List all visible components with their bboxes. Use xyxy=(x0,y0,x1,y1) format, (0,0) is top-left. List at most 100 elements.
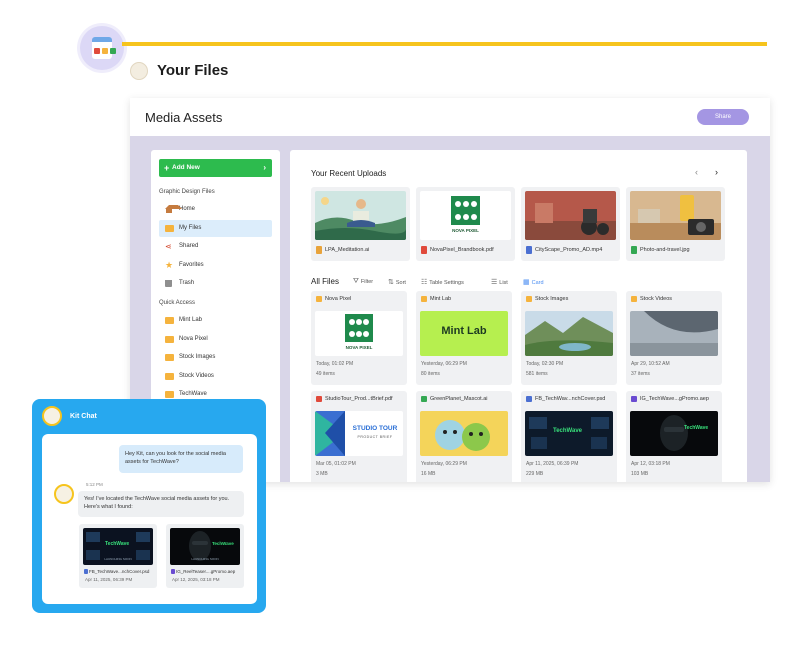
file-size: 103 MB xyxy=(631,471,649,477)
folder-card[interactable]: Stock Images Today, 02:30 PM 581 items xyxy=(521,291,617,385)
add-new-label: Add New xyxy=(172,164,200,171)
ai-file-icon xyxy=(316,246,322,254)
chevron-right-icon: › xyxy=(263,163,266,172)
app-badge-icon xyxy=(80,26,124,70)
recent-file-name: CityScape_Promo_AD.mp4 xyxy=(535,247,603,253)
file-card[interactable]: IG_TechWave...gPromo.aep TechWave Apr 12… xyxy=(626,391,722,482)
quick-item-label: TechWave xyxy=(179,391,207,397)
nova-pixel-logo-text: NOVA PIXEL xyxy=(345,345,373,350)
file-size: 3 MB xyxy=(316,471,328,477)
table-settings-button[interactable]: ☷ Table Settings xyxy=(421,278,464,286)
chat-attachment-card[interactable]: TechWave LAUNCHING SOON FB_TechWave...nc… xyxy=(79,524,157,588)
ai-file-icon xyxy=(421,396,427,402)
techwave-promo-thumbnail: TechWave xyxy=(630,411,718,456)
stock-videos-thumbnail xyxy=(630,311,718,356)
share-icon: ⋖ xyxy=(165,242,172,251)
file-count: 49 items xyxy=(316,371,335,377)
header-accent-bar xyxy=(122,42,767,46)
file-card[interactable]: FB_TechWav...nchCover.psd TechWave Apr 1… xyxy=(521,391,617,482)
filter-button[interactable]: ⛛ Filter xyxy=(353,278,373,286)
card-icon: ▦ xyxy=(523,279,530,286)
file-name: Mint Lab xyxy=(430,296,452,302)
sidebar-item-shared[interactable]: ⋖ Shared xyxy=(159,238,272,255)
folder-icon xyxy=(165,225,174,232)
card-label: Card xyxy=(531,280,544,286)
techwave-logo-text: TechWave xyxy=(553,428,583,434)
recent-upload-card[interactable]: Photo-and-travel.jpg xyxy=(626,187,725,261)
chevron-right-icon[interactable]: › xyxy=(715,167,718,177)
file-name: IG_TechWave...gPromo.aep xyxy=(640,396,709,402)
chat-body: Hey Kit, can you look for the social med… xyxy=(42,434,257,604)
folder-card[interactable]: Stock Videos Apr 29, 10:52 AM 37 items xyxy=(626,291,722,385)
sidebar-item-label: Shared xyxy=(179,243,199,249)
filter-icon: ⛛ xyxy=(353,278,359,285)
sidebar-item-trash[interactable]: Trash xyxy=(159,275,272,292)
message-time: 5:12 PM xyxy=(86,482,103,487)
file-date: Yesterday, 06:29 PM xyxy=(421,361,467,367)
file-date: Today, 02:30 PM xyxy=(526,361,564,367)
quick-item-stock-images[interactable]: Stock Images xyxy=(159,349,272,366)
sidebar-item-label: My Files xyxy=(179,225,202,231)
folder-card[interactable]: Mint Lab Mint Lab Yesterday, 06:29 PM 80… xyxy=(416,291,512,385)
file-content: Your Recent Uploads ‹ › LPA_Meditation.a… xyxy=(290,150,747,482)
file-card[interactable]: GreenPlanet_Mascot.ai Yesterday, 06:29 P… xyxy=(416,391,512,482)
techwave-logo-text: TechWave xyxy=(212,541,234,546)
sidebar-item-label: Favorites xyxy=(179,262,204,268)
chevron-left-icon[interactable]: ‹ xyxy=(695,167,698,177)
folder-icon xyxy=(165,391,174,398)
quick-item-nova-pixel[interactable]: Nova Pixel xyxy=(159,331,272,348)
psd-file-icon xyxy=(526,396,532,402)
file-size: 229 MB xyxy=(526,471,544,477)
home-icon xyxy=(165,205,182,213)
chat-attachment-card[interactable]: TechWave LAUNCHING SOON IG_ReelTeaser...… xyxy=(166,524,244,588)
share-button[interactable]: Share xyxy=(697,109,749,125)
list-view-button[interactable]: ☰ List xyxy=(491,278,508,286)
file-date: Today, 01:02 PM xyxy=(316,361,354,367)
page-title: Your Files xyxy=(157,62,229,79)
recent-upload-card[interactable]: NOVA PIXEL NovaPixel_Brandbook.pdf xyxy=(416,187,515,261)
plus-icon: + xyxy=(164,163,170,173)
quick-item-mint-lab[interactable]: Mint Lab xyxy=(159,312,272,329)
launching-soon-text: LAUNCHING SOON xyxy=(191,557,219,561)
studio-tour-thumbnail: STUDIO TOUR PRODUCT BRIEF xyxy=(315,411,403,456)
card-view-button[interactable]: ▦ Card xyxy=(523,278,544,286)
stock-images-thumbnail xyxy=(525,311,613,356)
file-date: Apr 29, 10:52 AM xyxy=(631,361,670,367)
file-date: Apr 12, 03:18 PM xyxy=(631,461,670,467)
recent-upload-card[interactable]: LPA_Meditation.ai xyxy=(311,187,410,261)
attachment-name: IG_ReelTeaser....gPromo.aep xyxy=(176,569,236,574)
section-quick-access: Quick Access xyxy=(159,300,196,306)
techwave-promo-thumbnail: TechWave LAUNCHING SOON xyxy=(170,528,240,565)
nova-pixel-logo-text: NOVA PIXEL xyxy=(452,228,479,233)
table-settings-label: Table Settings xyxy=(429,280,464,286)
file-count: 581 items xyxy=(526,371,548,377)
section-graphic-design: Graphic Design Files xyxy=(159,189,215,195)
studio-tour-text: STUDIO TOUR xyxy=(352,425,398,432)
file-card[interactable]: StudioTour_Prod...tBrief.pdf STUDIO TOUR… xyxy=(311,391,407,482)
travel-photo-thumbnail xyxy=(630,191,721,240)
sidebar-item-favorites[interactable]: ★ Favorites xyxy=(159,257,272,274)
file-name: Stock Images xyxy=(535,296,569,302)
techwave-logo-text: TechWave xyxy=(105,541,130,547)
attachment-date: Apr 12, 2025, 03:18 PM xyxy=(172,577,220,582)
quick-item-stock-videos[interactable]: Stock Videos xyxy=(159,368,272,385)
file-size: 16 MB xyxy=(421,471,436,477)
folder-card[interactable]: Nova Pixel NOVA PIXEL Today, 01:02 PM 49… xyxy=(311,291,407,385)
techwave-cover-thumbnail: TechWave xyxy=(525,411,613,456)
sidebar-item-my-files[interactable]: My Files xyxy=(159,220,272,237)
folder-icon xyxy=(165,336,174,343)
recent-upload-card[interactable]: CityScape_Promo_AD.mp4 xyxy=(521,187,620,261)
product-brief-text: PRODUCT BRIEF xyxy=(357,435,393,439)
techwave-logo-text: TechWave xyxy=(684,425,709,431)
folder-icon xyxy=(421,296,427,302)
sidebar-item-home[interactable]: Home xyxy=(159,201,272,218)
file-name: FB_TechWav...nchCover.psd xyxy=(535,396,606,402)
launching-soon-text: LAUNCHING SOON xyxy=(104,557,132,561)
folder-icon xyxy=(526,296,532,302)
add-new-button[interactable]: + Add New › xyxy=(159,159,272,177)
image-file-icon xyxy=(631,246,637,254)
sort-button[interactable]: ⇅ Sort xyxy=(388,278,406,286)
quick-item-label: Mint Lab xyxy=(179,317,203,323)
quick-item-label: Stock Videos xyxy=(179,373,214,379)
cityscape-thumbnail xyxy=(525,191,616,240)
